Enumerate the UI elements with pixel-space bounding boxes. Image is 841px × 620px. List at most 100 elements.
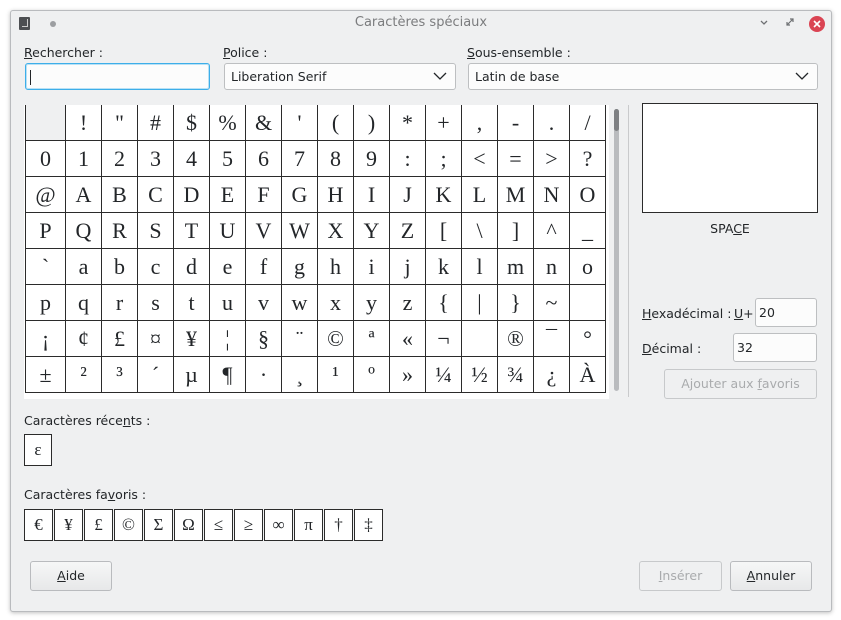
character-cell[interactable]: U xyxy=(210,213,246,249)
close-icon[interactable] xyxy=(809,16,825,32)
character-cell[interactable]: ¨ xyxy=(282,321,318,357)
character-cell[interactable]: q xyxy=(66,285,102,321)
character-cell[interactable]: d xyxy=(174,249,210,285)
help-button[interactable]: Aide xyxy=(30,561,112,591)
scrollbar-handle[interactable] xyxy=(614,109,619,131)
character-cell[interactable]: ¬ xyxy=(426,321,462,357)
character-cell[interactable]: ~ xyxy=(534,285,570,321)
add-to-favorites-button[interactable]: Ajouter aux favoris xyxy=(664,369,817,399)
character-cell[interactable]: n xyxy=(534,249,570,285)
character-cell[interactable]: À xyxy=(570,357,606,393)
favorite-character-cell[interactable]: Σ xyxy=(144,509,173,541)
character-cell[interactable]: ³ xyxy=(102,357,138,393)
character-cell[interactable]: ¿ xyxy=(534,357,570,393)
character-cell[interactable]: 1 xyxy=(66,141,102,177)
character-cell[interactable]: W xyxy=(282,213,318,249)
character-cell[interactable]: ( xyxy=(318,105,354,141)
character-cell[interactable]: t xyxy=(174,285,210,321)
favorite-character-cell[interactable]: © xyxy=(114,509,143,541)
character-cell[interactable]: 5 xyxy=(210,141,246,177)
character-cell[interactable]: o xyxy=(570,249,606,285)
character-cell[interactable]: ¹ xyxy=(318,357,354,393)
character-cell[interactable]: c xyxy=(138,249,174,285)
character-cell[interactable]: L xyxy=(462,177,498,213)
character-cell[interactable]: ; xyxy=(426,141,462,177)
character-cell[interactable]: v xyxy=(246,285,282,321)
character-cell[interactable]: y xyxy=(354,285,390,321)
character-cell[interactable]: ² xyxy=(66,357,102,393)
character-cell[interactable]: ` xyxy=(25,249,66,285)
character-cell[interactable]: ¼ xyxy=(426,357,462,393)
character-cell[interactable]: 3 xyxy=(138,141,174,177)
character-cell[interactable]: : xyxy=(390,141,426,177)
character-cell[interactable]: P xyxy=(25,213,66,249)
character-cell[interactable]: S xyxy=(138,213,174,249)
character-cell[interactable]: m xyxy=(498,249,534,285)
character-cell[interactable]: Q xyxy=(66,213,102,249)
character-cell[interactable]: F xyxy=(246,177,282,213)
character-cell[interactable]: ! xyxy=(66,105,102,141)
hex-input[interactable]: 20 xyxy=(755,298,817,327)
character-cell[interactable]: X xyxy=(318,213,354,249)
character-cell[interactable]: 0 xyxy=(25,141,66,177)
character-cell[interactable]: z xyxy=(390,285,426,321)
character-cell[interactable]: - xyxy=(498,105,534,141)
character-cell[interactable]: } xyxy=(498,285,534,321)
character-cell[interactable]: w xyxy=(282,285,318,321)
character-cell[interactable]: i xyxy=(354,249,390,285)
character-cell[interactable] xyxy=(570,285,606,321)
character-cell[interactable]: u xyxy=(210,285,246,321)
character-cell[interactable]: ¸ xyxy=(282,357,318,393)
character-cell[interactable]: K xyxy=(426,177,462,213)
character-cell[interactable]: V xyxy=(246,213,282,249)
character-cell[interactable]: « xyxy=(390,321,426,357)
character-cell[interactable]: A xyxy=(66,177,102,213)
character-cell[interactable]: ] xyxy=(498,213,534,249)
character-cell[interactable]: _ xyxy=(570,213,606,249)
character-cell[interactable]: ¢ xyxy=(66,321,102,357)
character-cell[interactable]: s xyxy=(138,285,174,321)
character-cell[interactable]: G xyxy=(282,177,318,213)
favorite-character-cell[interactable]: £ xyxy=(84,509,113,541)
character-cell[interactable]: + xyxy=(426,105,462,141)
character-cell[interactable]: ? xyxy=(570,141,606,177)
character-cell[interactable]: º xyxy=(354,357,390,393)
character-cell[interactable]: ± xyxy=(25,357,66,393)
character-cell[interactable]: g xyxy=(282,249,318,285)
favorite-character-cell[interactable]: ∞ xyxy=(264,509,293,541)
favorite-character-cell[interactable]: ¥ xyxy=(54,509,83,541)
character-cell[interactable]: ¯ xyxy=(534,321,570,357)
character-cell[interactable]: a xyxy=(66,249,102,285)
cancel-button[interactable]: Annuler xyxy=(730,561,812,591)
character-cell[interactable]: , xyxy=(462,105,498,141)
character-cell[interactable]: 2 xyxy=(102,141,138,177)
character-cell[interactable]: h xyxy=(318,249,354,285)
character-cell[interactable]: £ xyxy=(102,321,138,357)
character-cell[interactable]: p xyxy=(25,285,66,321)
insert-button[interactable]: Insérer xyxy=(639,561,722,591)
character-cell[interactable]: b xyxy=(102,249,138,285)
character-cell[interactable]: E xyxy=(210,177,246,213)
favorite-character-cell[interactable]: ‡ xyxy=(354,509,383,541)
character-cell[interactable]: 6 xyxy=(246,141,282,177)
character-cell[interactable]: I xyxy=(354,177,390,213)
character-cell[interactable] xyxy=(462,321,498,357)
subset-combobox[interactable]: Latin de base xyxy=(468,63,818,90)
character-cell[interactable]: O xyxy=(570,177,606,213)
character-cell[interactable]: [ xyxy=(426,213,462,249)
character-cell[interactable]: ½ xyxy=(462,357,498,393)
recent-character-cell[interactable]: ε xyxy=(24,434,52,466)
minimize-icon[interactable] xyxy=(757,17,771,31)
favorite-character-cell[interactable]: π xyxy=(294,509,323,541)
character-cell[interactable]: ¤ xyxy=(138,321,174,357)
character-cell[interactable]: # xyxy=(138,105,174,141)
character-cell[interactable]: % xyxy=(210,105,246,141)
character-cell[interactable]: ' xyxy=(282,105,318,141)
character-cell[interactable]: ¶ xyxy=(210,357,246,393)
character-cell[interactable]: ) xyxy=(354,105,390,141)
character-cell[interactable]: ¾ xyxy=(498,357,534,393)
character-cell[interactable]: » xyxy=(390,357,426,393)
character-cell[interactable]: R xyxy=(102,213,138,249)
character-cell[interactable]: ¥ xyxy=(174,321,210,357)
character-cell[interactable]: x xyxy=(318,285,354,321)
